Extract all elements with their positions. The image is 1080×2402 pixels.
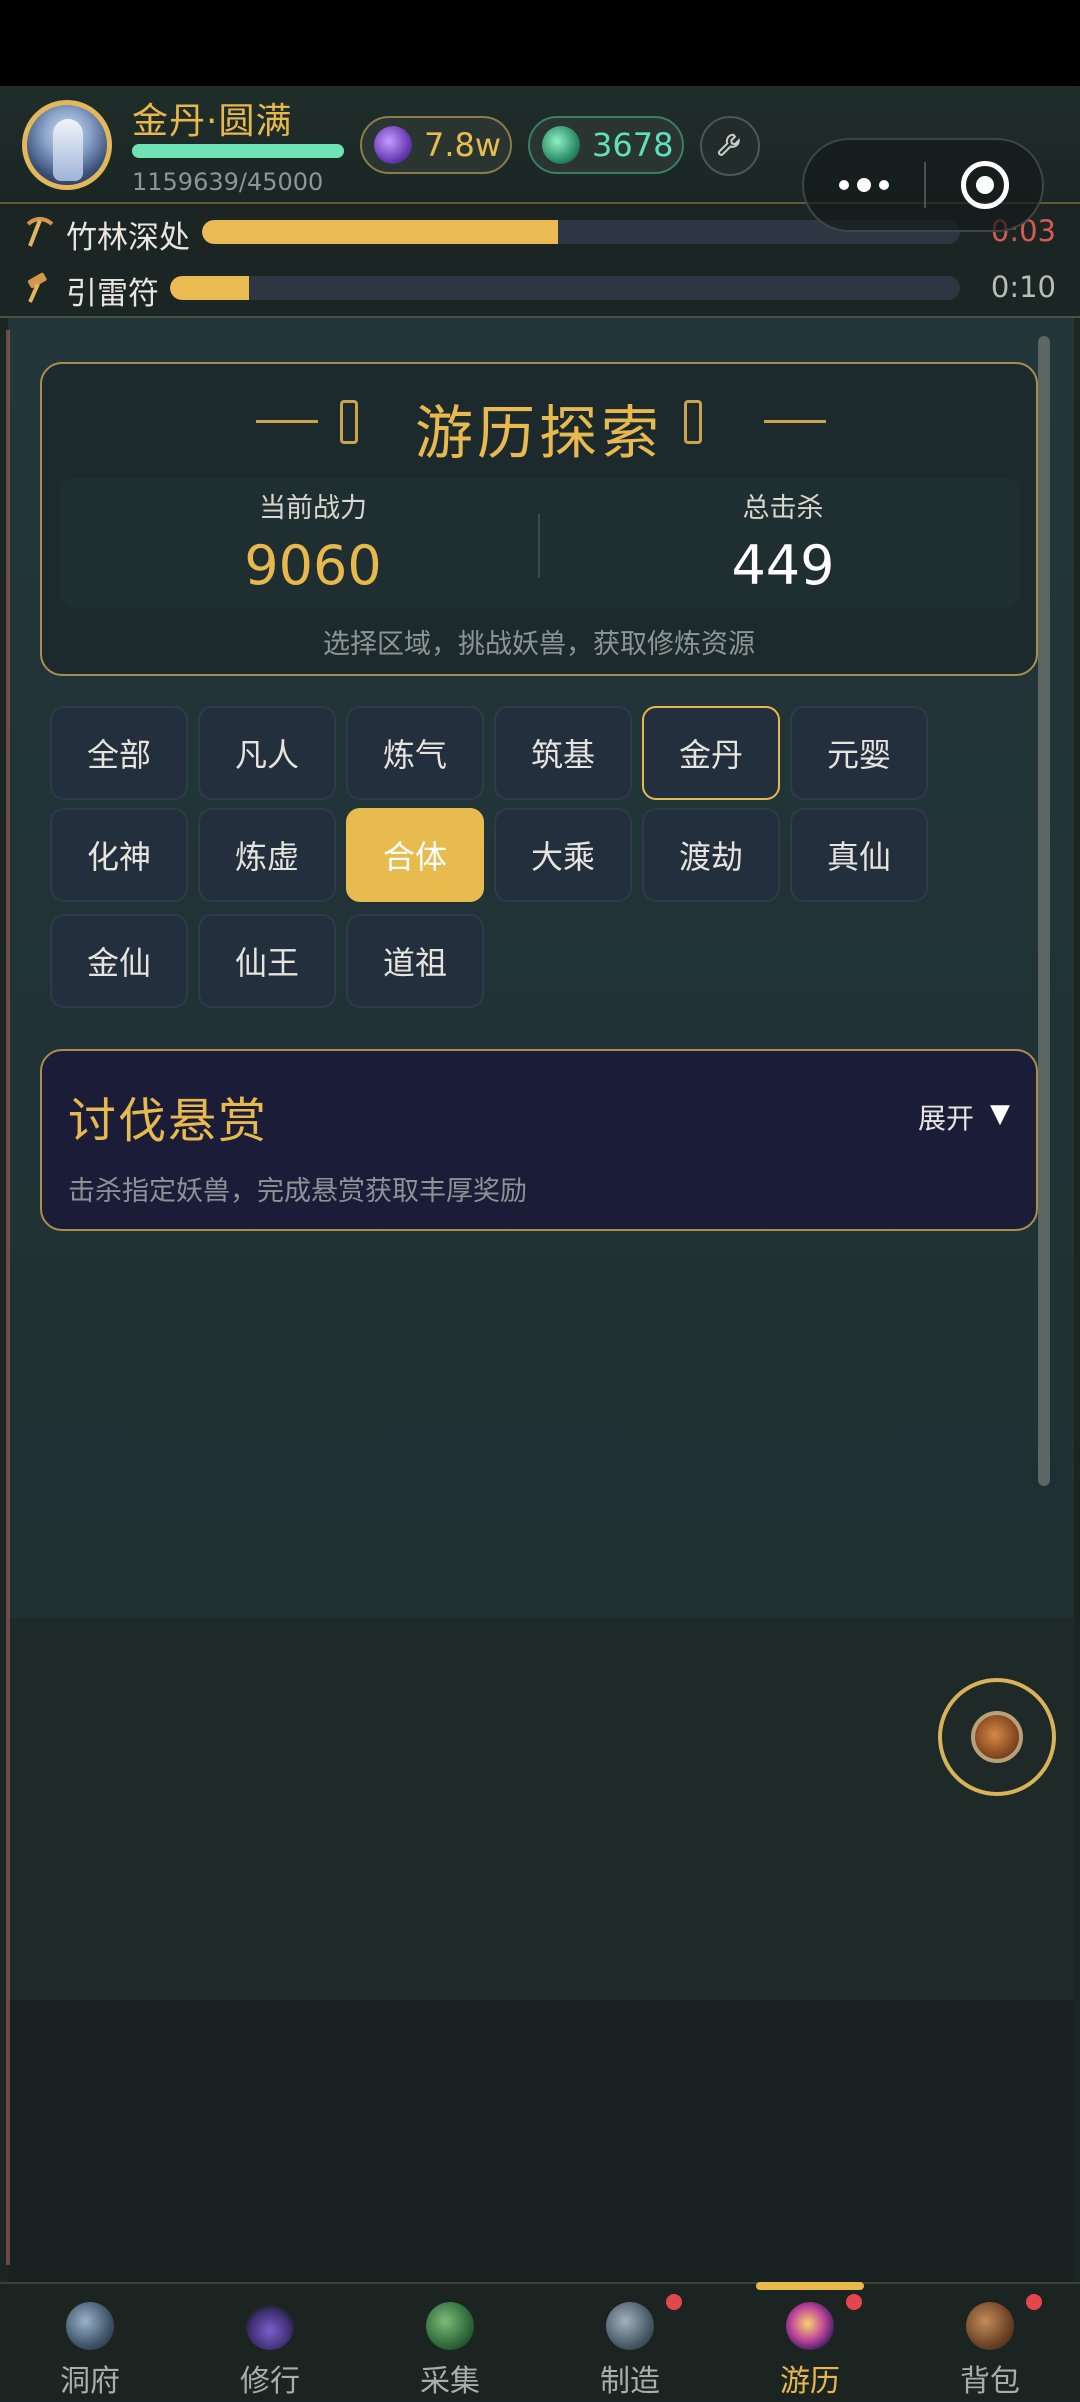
region-button[interactable]: 炼虚 <box>198 808 336 902</box>
region-button[interactable]: 全部 <box>50 706 188 800</box>
nav-item-gather[interactable]: 采集 <box>360 2284 540 2402</box>
notification-badge <box>666 2294 682 2310</box>
cultivate-icon <box>246 2302 294 2350</box>
wrench-icon <box>718 133 740 156</box>
spirit-stone-icon <box>542 126 580 164</box>
title-divider <box>764 420 826 423</box>
nav-label: 制造 <box>600 2364 660 2399</box>
stone-currency-pill[interactable]: 3678 <box>528 116 684 174</box>
task-progress <box>170 276 960 300</box>
bounty-card: 讨伐悬赏 展开 ▼ 击杀指定妖兽，完成悬赏获取丰厚奖励 <box>40 1049 1038 1231</box>
region-button[interactable]: 真仙 <box>790 808 928 902</box>
region-button[interactable]: 道祖 <box>346 914 484 1008</box>
nav-label: 背包 <box>960 2364 1020 2399</box>
spirit-gem-icon <box>374 126 412 164</box>
task-timer: 0:10 <box>990 270 1056 304</box>
nav-item-bag[interactable]: 背包 <box>900 2284 1080 2402</box>
explore-card: 游历探索 当前战力 9060 总击杀 449 选择区域，挑战妖兽，获取修炼资源 <box>40 362 1038 676</box>
task-row[interactable]: 引雷符 0:10 <box>0 260 1080 318</box>
close-miniprogram-button[interactable] <box>926 140 1044 230</box>
region-button[interactable]: 大乘 <box>494 808 632 902</box>
bottom-navigation: 洞府 修行 采集 制造 游历 背包 <box>0 2282 1080 2400</box>
miniprogram-capsule <box>802 138 1044 232</box>
cave-icon <box>66 2302 114 2350</box>
realm-title: 金丹·圆满 <box>132 101 293 142</box>
active-tab-indicator <box>756 2282 864 2290</box>
xp-text: 1159639/45000 <box>132 168 324 196</box>
nav-label: 修行 <box>240 2364 300 2399</box>
more-button[interactable] <box>804 140 924 230</box>
explore-title: 游历探索 <box>414 399 663 467</box>
power-value: 9060 <box>244 534 382 597</box>
lower-area <box>8 1618 1074 2000</box>
bounty-description: 击杀指定妖兽，完成悬赏获取丰厚奖励 <box>68 1176 527 1207</box>
region-button[interactable]: 金丹 <box>642 706 780 800</box>
bounty-title: 讨伐悬赏 <box>68 1093 269 1149</box>
region-button[interactable]: 仙王 <box>198 914 336 1008</box>
kills-label: 总击杀 <box>742 493 824 524</box>
settings-button[interactable] <box>700 116 760 176</box>
nav-label: 采集 <box>420 2364 480 2399</box>
status-bar <box>0 0 1080 86</box>
chest-icon <box>971 1711 1023 1763</box>
task-label: 引雷符 <box>66 276 159 312</box>
chevron-down-icon[interactable]: ▼ <box>990 1099 1010 1129</box>
expand-toggle[interactable]: 展开 <box>918 1097 974 1137</box>
region-button[interactable]: 炼气 <box>346 706 484 800</box>
region-button[interactable]: 金仙 <box>50 914 188 1008</box>
xp-bar <box>132 144 344 158</box>
bag-icon <box>966 2302 1014 2350</box>
pickaxe-icon <box>26 217 54 247</box>
stone-value: 3678 <box>592 126 674 164</box>
spirit-value: 7.8w <box>424 126 502 164</box>
target-icon <box>961 161 1009 209</box>
region-button[interactable]: 凡人 <box>198 706 336 800</box>
floating-chest-button[interactable] <box>938 1678 1056 1796</box>
region-button[interactable]: 元婴 <box>790 706 928 800</box>
bottom-area <box>8 2000 1074 2282</box>
hammer-icon <box>27 272 47 303</box>
nav-item-craft[interactable]: 制造 <box>540 2284 720 2402</box>
nav-item-cave[interactable]: 洞府 <box>0 2284 180 2402</box>
notification-badge <box>846 2294 862 2310</box>
task-label: 竹林深处 <box>66 220 190 256</box>
nav-item-cultivate[interactable]: 修行 <box>180 2284 360 2402</box>
notification-badge <box>1026 2294 1042 2310</box>
spirit-currency-pill[interactable]: 7.8w <box>360 116 512 174</box>
scrollbar[interactable] <box>1038 336 1050 1486</box>
left-edge-line <box>6 330 10 2265</box>
power-label: 当前战力 <box>259 493 367 524</box>
gather-icon <box>426 2302 474 2350</box>
avatar[interactable] <box>22 100 112 190</box>
nav-label: 洞府 <box>60 2364 120 2399</box>
nav-item-travel[interactable]: 游历 <box>720 2284 900 2402</box>
region-button[interactable]: 化神 <box>50 808 188 902</box>
region-button[interactable]: 合体 <box>346 808 484 902</box>
ornament-icon <box>684 400 702 444</box>
region-button[interactable]: 渡劫 <box>642 808 780 902</box>
nav-label: 游历 <box>780 2364 840 2399</box>
craft-icon <box>606 2302 654 2350</box>
travel-icon <box>786 2302 834 2350</box>
explore-hint: 选择区域，挑战妖兽，获取修炼资源 <box>323 629 755 660</box>
region-button[interactable]: 筑基 <box>494 706 632 800</box>
kills-value: 449 <box>731 534 835 597</box>
